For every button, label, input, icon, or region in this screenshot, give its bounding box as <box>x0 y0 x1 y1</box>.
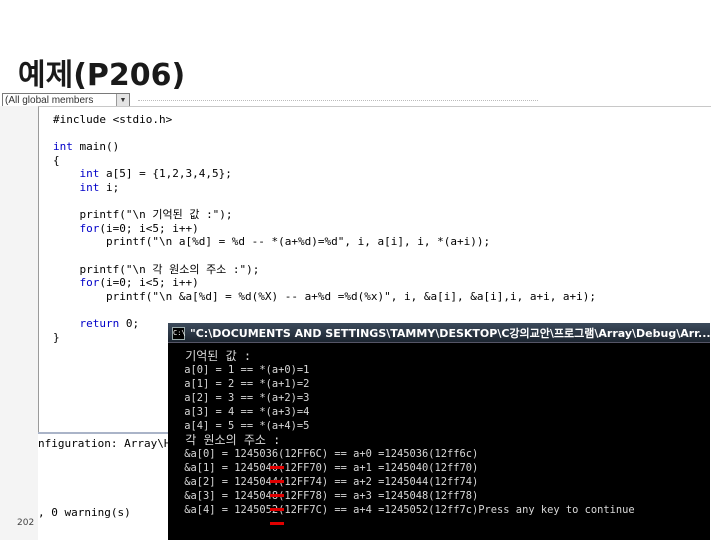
highlight-marks <box>270 460 286 530</box>
slide-footer: 202 <box>17 518 35 528</box>
code-line: int i; <box>79 180 120 194</box>
code-line: for(i=0; i<5; i++) <box>79 221 199 235</box>
console-line: a[3] = 4 == *(a+3)=4 <box>178 406 310 418</box>
highlight-mark <box>270 508 284 511</box>
warning-line: , 0 warning(s) <box>38 506 131 519</box>
console-line: a[0] = 1 == *(a+0)=1 <box>178 364 310 376</box>
console-window[interactable]: C:\ "C:\DOCUMENTS AND SETTINGS\TAMMY\DES… <box>168 323 711 540</box>
console-line: 기억된 값 : <box>178 349 252 363</box>
build-output-pane: nfiguration: Array\H , 0 warning(s) <box>38 432 171 542</box>
code-line: printf("\n a[%d] = %d -- *(a+%d)=%d", i,… <box>53 235 491 249</box>
scope-combo-value: (All global members <box>5 95 94 106</box>
console-output: 기억된 값 : a[0] = 1 == *(a+0)=1 a[1] = 2 ==… <box>178 349 708 517</box>
toolbar-divider <box>138 100 538 105</box>
console-line: &a[1] = 1245040(12FF70) == a+1 =1245040(… <box>178 462 479 474</box>
console-icon: C:\ <box>172 327 186 340</box>
console-line: &a[0] = 1245036(12FF6C) == a+0 =1245036(… <box>178 448 479 460</box>
console-titlebar[interactable]: C:\ "C:\DOCUMENTS AND SETTINGS\TAMMY\DES… <box>168 323 711 343</box>
console-title: "C:\DOCUMENTS AND SETTINGS\TAMMY\DESKTOP… <box>190 327 711 340</box>
code-line: #include <stdio.h> <box>53 113 173 126</box>
code-line: { <box>53 153 60 167</box>
config-line: nfiguration: Array\H <box>38 437 171 450</box>
console-line: &a[3] = 1245048(12FF78) == a+3 =1245048(… <box>178 490 479 502</box>
highlight-mark <box>270 522 284 525</box>
code-line: printf("\n &a[%d] = %d(%X) -- a+%d =%d(%… <box>53 289 597 303</box>
console-line: a[4] = 5 == *(a+4)=5 <box>178 420 310 432</box>
highlight-mark <box>270 480 284 483</box>
console-line: a[2] = 3 == *(a+2)=3 <box>178 392 310 404</box>
highlight-mark <box>270 494 284 497</box>
console-line: &a[2] = 1245044(12FF74) == a+2 =1245044(… <box>178 476 479 488</box>
code-line: for(i=0; i<5; i++) <box>79 276 199 290</box>
workspace-panel <box>0 106 38 540</box>
highlight-mark <box>270 466 284 469</box>
code-line: printf("\n 기억된 값 :"); <box>53 208 233 222</box>
slide-title: 예제(P206) <box>18 58 186 93</box>
code-line: int main() <box>53 140 120 154</box>
code-line: int a[5] = {1,2,3,4,5}; <box>79 167 232 181</box>
console-line: &a[4] = 1245052(12FF7C) == a+4 =1245052(… <box>178 504 635 516</box>
code-line: printf("\n 각 원소의 주소 :"); <box>53 262 260 276</box>
console-line: a[1] = 2 == *(a+1)=2 <box>178 378 310 390</box>
source-code[interactable]: #include <stdio.h> int main(){ int a[5] … <box>53 113 596 344</box>
console-line: 각 원소의 주소 : <box>178 433 281 447</box>
